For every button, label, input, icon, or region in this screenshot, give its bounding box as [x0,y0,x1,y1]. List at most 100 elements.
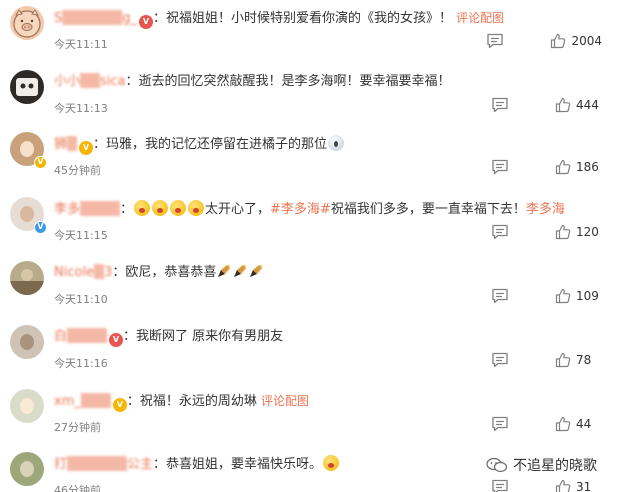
avatar-face [20,141,34,157]
comment-text: 祝福我们多多，要一直幸福下去！ [330,202,526,217]
username[interactable]: xm_▒▒▒ [54,394,111,409]
colon: ： [123,329,137,344]
username[interactable]: S▒▒▒▒▒▒g_ [54,11,137,26]
like-button[interactable]: 186 [555,159,602,175]
thumbs-up-icon [555,352,571,368]
like-count: 109 [576,289,599,303]
avatar-face [20,334,34,350]
like-count: 78 [576,353,592,367]
avatar-face [20,206,34,222]
vip-badge-icon: V [79,141,93,155]
colon: ： [112,265,126,280]
verified-badge-icon: V [34,221,47,234]
colon: ： [126,394,140,409]
username[interactable]: 白▒▒▒▒ [54,329,107,344]
like-button[interactable]: 120 [555,224,602,240]
username[interactable]: 李多▒▒▒▒ [54,202,120,217]
comment-time: 今天11:13 [54,102,108,115]
comment-image-link[interactable]: 评论配图 [456,11,504,25]
comment-item: 白▒▒▒▒ V ：我断网了 原来你有男朋友 今天11:16 78 [0,321,622,383]
comment-time: 今天11:15 [54,229,108,242]
comment-time: 今天11:10 [54,293,108,306]
comment-item: V 狮▒ V ：玛雅，我的记忆还停留在进橘子的那位 45分钟前 186 [0,128,622,190]
username[interactable]: Nicole▒3 [54,265,112,280]
avatar[interactable] [10,452,44,486]
colon: ： [153,11,167,26]
watermark-text: 不追星的晓歌 [513,458,597,474]
reply-icon[interactable] [491,159,509,175]
like-button[interactable]: 31 [555,479,602,492]
reply-icon[interactable] [491,224,509,240]
pig-cartoon-avatar-icon [13,9,41,38]
username[interactable]: 狮▒ [54,137,77,152]
like-button[interactable]: 44 [555,416,602,432]
crying-emoji-icon [170,200,187,216]
comment-item: S▒▒▒▒▒▒g_ V ：祝福姐姐！小时候特别爱看你演的《我的女孩》！ 评论配图 今… [0,2,622,64]
reply-icon[interactable] [491,416,509,432]
reply-icon[interactable] [491,479,509,492]
colon: ： [93,137,107,152]
hashtag-link[interactable]: #李多海# [270,202,331,217]
like-button[interactable]: 444 [555,97,602,113]
comment-time: 今天11:11 [54,38,108,51]
comment-item: V 李多▒▒▒▒： 太开心了，#李多海#祝福我们多多，要一直幸福下去！李多海 今天… [0,193,622,255]
photo-avatar-icon [10,269,44,295]
username[interactable]: 小小▒▒sica [54,74,126,89]
avatar[interactable] [10,70,44,104]
like-button[interactable]: 78 [555,352,602,368]
thumbs-up-icon [555,224,571,240]
vip-badge-icon: V [139,15,153,29]
avatar-face [20,398,34,414]
colon: ： [125,74,139,89]
surprised-emoji-icon [328,135,345,151]
comment-image-link[interactable]: 评论配图 [261,394,309,408]
avatar[interactable] [10,6,44,40]
comment-time: 45分钟前 [54,164,101,177]
thumbs-up-icon [555,288,571,304]
comment-item: xm_▒▒▒ V ：祝福！永远的周幼琳 评论配图 27分钟前 44 [0,385,622,447]
avatar[interactable] [10,261,44,295]
like-count: 44 [576,417,592,431]
thumbs-up-icon [550,33,566,49]
comment-item: Nicole▒3：欧尼，恭喜恭喜 今天11:10 109 [0,257,622,319]
comment-text: 逝去的回忆突然敲醒我！是李多海啊！要幸福要幸福！ [138,74,451,89]
comment-text: 我断网了 原来你有男朋友 [136,329,284,344]
crying-emoji-icon [323,455,340,471]
firecracker-emoji-icon [233,264,247,278]
firecracker-emoji-icon [249,264,263,278]
reply-icon[interactable] [491,97,509,113]
like-count: 120 [576,225,599,239]
topic-link[interactable]: 李多海 [526,202,565,217]
firecracker-emoji-icon [217,264,231,278]
like-button[interactable]: 109 [555,288,602,304]
comment-time: 27分钟前 [54,421,101,434]
like-button[interactable]: 2004 [550,33,602,49]
colon: ： [153,457,167,472]
avatar-face [20,461,34,477]
avatar[interactable] [10,389,44,423]
crying-emoji-icon [188,200,205,216]
comment-text: 祝福！永远的周幼琳 [139,394,257,409]
comment-time: 46分钟前 [54,484,101,492]
like-count: 444 [576,98,599,112]
thumbs-up-icon [555,416,571,432]
thumbs-up-icon [555,479,571,492]
like-count: 186 [576,160,599,174]
comment-text: 玛雅，我的记忆还停留在进橘子的那位 [106,137,328,152]
avatar[interactable] [10,325,44,359]
comment-text: 太开心了， [205,202,271,217]
crying-emoji-icon [152,200,169,216]
colon: ： [120,202,134,217]
reply-icon[interactable] [491,288,509,304]
like-count: 2004 [571,34,602,48]
comment-text: 祝福姐姐！小时候特别爱看你演的《我的女孩》！ [166,11,453,26]
crying-emoji-icon [134,200,151,216]
reply-icon[interactable] [491,352,509,368]
verified-badge-icon: V [34,156,47,169]
thumbs-up-icon [555,159,571,175]
vip-badge-icon: V [112,398,127,412]
reply-icon[interactable] [486,33,504,49]
vip-badge-icon: V [109,333,123,347]
comment-text: 欧尼，恭喜恭喜 [125,265,217,280]
username[interactable]: 打▒▒▒▒▒▒公主 [54,457,153,472]
